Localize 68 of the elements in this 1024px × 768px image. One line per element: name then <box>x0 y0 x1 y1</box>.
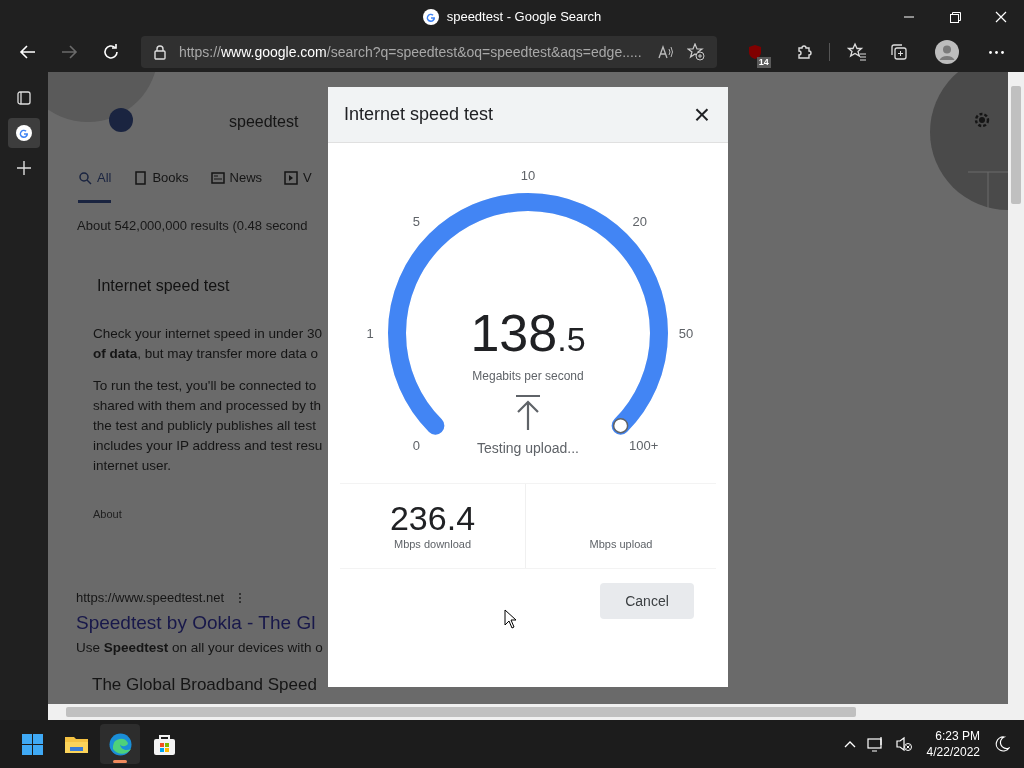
search-tab[interactable]: News <box>210 168 263 203</box>
minimize-icon <box>904 16 914 18</box>
avatar-icon <box>934 40 959 64</box>
badge-count: 14 <box>756 57 771 68</box>
horizontal-scrollbar[interactable] <box>48 704 1008 720</box>
upload-label: Mbps upload <box>589 537 653 552</box>
upload-arrow-icon <box>514 394 542 430</box>
extension-button[interactable]: 14 <box>737 36 773 68</box>
book-icon <box>133 170 148 185</box>
gauge-tick-label: 100+ <box>629 437 659 453</box>
windows-icon <box>19 731 45 757</box>
search-tab[interactable]: Books <box>133 168 189 203</box>
gauge-tick-label: 50 <box>678 326 694 341</box>
search-tab[interactable]: V <box>284 168 312 203</box>
gauge-tick-label: 0 <box>412 437 420 453</box>
result-snippet: Use Speedtest on all your devices with o <box>76 639 323 657</box>
add-favorite-icon <box>687 43 706 61</box>
close-icon <box>995 11 1007 23</box>
url-text: https://www.google.com/search?q=speedtest&oq=speedtest&aqs=edge..... <box>178 42 642 62</box>
result-title[interactable]: The Global Broadband Speed <box>92 672 317 698</box>
lock-icon <box>152 44 167 60</box>
download-value: 236.4 <box>389 500 476 536</box>
vertical-scrollbar[interactable] <box>1008 72 1024 722</box>
result-title[interactable]: Speedtest by Ookla - The Gl <box>76 609 316 638</box>
close-button[interactable]: × <box>689 100 714 129</box>
read-aloud-icon <box>657 44 676 60</box>
cancel-button[interactable]: Cancel <box>600 583 694 619</box>
gauge-thumb <box>612 417 629 434</box>
moon-icon[interactable] <box>994 736 1010 752</box>
search-tab[interactable]: All <box>78 168 112 203</box>
mouse-pointer-icon <box>504 609 517 629</box>
test-status: Testing upload... <box>477 439 579 458</box>
collections-icon <box>888 42 909 62</box>
more-icon <box>988 50 1004 54</box>
taskbar-app[interactable] <box>100 724 140 764</box>
address-bar[interactable]: https://www.google.com/search?q=speedtest&oq=speedtest&aqs=edge..... <box>140 36 718 68</box>
about-link[interactable]: About <box>93 506 122 523</box>
card-title: Internet speed test <box>97 276 230 296</box>
sidebar-tab[interactable] <box>8 118 40 148</box>
video-icon <box>284 170 299 185</box>
restore-icon <box>949 11 961 23</box>
network-icon[interactable] <box>866 736 885 752</box>
favorites-icon <box>847 42 868 62</box>
paragraph: To run the test, you'll be connected to shared with them and processed by th the test and publicly publishes all test includes your IP address and test resu internet user. <box>93 377 323 475</box>
shield-icon <box>747 44 764 60</box>
news-icon <box>210 170 225 185</box>
gauge-tick-label: 20 <box>632 214 647 230</box>
plus-icon <box>16 160 32 176</box>
search-icon <box>78 170 92 185</box>
result-url: https://www.speedtest.net <box>76 589 225 607</box>
speed-unit: Megabits per second <box>472 368 584 385</box>
gauge-tick-label: 5 <box>412 214 420 230</box>
speed-value: 138.5 <box>470 303 586 364</box>
search-query: speedtest <box>229 112 299 132</box>
google-g-icon <box>422 9 439 25</box>
clock[interactable]: 6:23 PM 4/22/2022 <box>926 728 980 760</box>
download-label: Mbps download <box>393 537 472 552</box>
tabs-icon <box>16 90 32 106</box>
gauge-tick-label: 10 <box>520 168 536 183</box>
speaker-muted-icon[interactable] <box>894 736 913 752</box>
dialog-title: Internet speed test <box>344 103 494 126</box>
window-title: speedtest - Google Search <box>446 8 602 27</box>
gauge-tick-label: 1 <box>366 326 374 341</box>
paragraph: Check your internet speed in under 30 of data, but may transfer more data o <box>93 325 323 363</box>
google-g-icon <box>16 125 32 141</box>
result-stats: About 542,000,000 results (0.48 second <box>77 217 308 235</box>
more-vertical-icon <box>238 591 243 604</box>
edge-icon <box>107 731 133 757</box>
